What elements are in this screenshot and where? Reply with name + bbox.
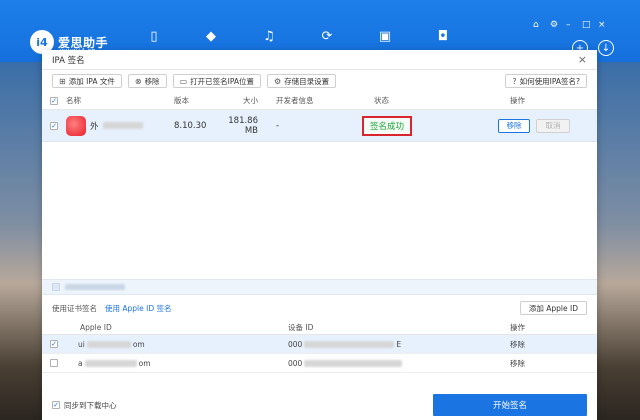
save-dir-settings-button[interactable]: ⚙ 存储目录设置 (267, 74, 337, 88)
settings-icon[interactable]: ⚙ (550, 20, 558, 30)
header-size: 大小 (243, 96, 258, 105)
app-name-redacted (102, 122, 143, 129)
refresh-icon[interactable]: ⟳ (318, 27, 336, 45)
ipa-sign-dialog: IPA 签名 × ⊞ 添加 IPA 文件 ⊗ 移除 ▭ 打开已签名IPA位置 ⚙… (42, 50, 597, 420)
sync-checkbox[interactable]: ✓ (52, 401, 60, 409)
device-id-suffix: E (396, 339, 402, 349)
sign-method-tabs: 使用证书签名 使用 Apple ID 签名 添加 Apple ID (42, 295, 597, 321)
header-version: 版本 (174, 96, 189, 105)
add-apple-id-button[interactable]: 添加 Apple ID (519, 301, 587, 315)
app-developer: - (276, 120, 280, 131)
apple-id-redacted (86, 340, 131, 348)
dialog-title: IPA 签名 (52, 55, 85, 66)
remove-circle-icon: ⊗ (134, 76, 142, 86)
status-badge: 签名成功 (362, 115, 413, 136)
apple-id-table-header: Apple ID 设备 ID 操作 (42, 321, 597, 335)
dialog-title-bar: IPA 签名 × (42, 50, 597, 70)
open-signed-folder-button[interactable]: ▭ 打开已签名IPA位置 (172, 74, 262, 88)
apple-id-prefix: ui (78, 339, 85, 349)
section-checkbox[interactable] (52, 283, 60, 291)
table-row[interactable]: ✓ 外 8.10.30 181.86 MB - 签名成功 移除 取消 (42, 110, 597, 142)
bag-icon[interactable]: ◘ (434, 27, 452, 45)
add-ipa-label: 添加 IPA 文件 (68, 76, 115, 86)
app-version: 8.10.30 (174, 120, 207, 131)
toolbar: ⊞ 添加 IPA 文件 ⊗ 移除 ▭ 打开已签名IPA位置 ⚙ 存储目录设置 ?… (42, 70, 597, 92)
apple-id-suffix: om (138, 358, 151, 368)
device-id-prefix: 000 (288, 339, 303, 349)
add-ipa-button[interactable]: ⊞ 添加 IPA 文件 (52, 74, 122, 88)
select-all-checkbox[interactable]: ✓ (50, 96, 58, 105)
app-size: 181.86 MB (228, 115, 258, 136)
apple-id-prefix: a (78, 358, 83, 368)
shirt-icon[interactable]: ⌂ (533, 20, 539, 30)
remove-button[interactable]: ⊗ 移除 (127, 74, 167, 88)
row-remove-button[interactable]: 移除 (498, 118, 530, 133)
header-developer: 开发者信息 (276, 96, 314, 105)
header-action: 操作 (510, 96, 525, 105)
question-icon: ? (512, 76, 517, 86)
remove-label: 移除 (144, 76, 160, 86)
ipa-list-empty-area (42, 142, 597, 279)
header-apple-action: 操作 (510, 323, 525, 332)
help-label: 如何使用IPA签名? (519, 76, 580, 86)
table-row[interactable]: a om 000 移除 (42, 354, 597, 373)
save-dir-label: 存储目录设置 (284, 76, 330, 86)
device-id-prefix: 000 (288, 358, 303, 368)
ipa-table-header: ✓ 名称 版本 大小 开发者信息 状态 操作 (42, 92, 597, 110)
device-id-redacted (304, 359, 403, 367)
header-status: 状态 (374, 96, 389, 105)
apple-id-checkbox[interactable]: ✓ (50, 340, 58, 348)
section-bar (42, 279, 597, 295)
open-folder-label: 打开已签名IPA位置 (190, 76, 255, 86)
app-icon (66, 115, 86, 136)
apple-id-redacted (84, 359, 137, 367)
section-label-redacted (65, 284, 125, 290)
help-button[interactable]: ? 如何使用IPA签名? (505, 74, 587, 88)
file-plus-icon: ⊞ (59, 76, 66, 86)
phone-icon[interactable]: ▯ (145, 27, 163, 45)
row-cancel-button[interactable]: 取消 (536, 118, 570, 133)
folder-icon: ▭ (179, 76, 188, 86)
download-icon[interactable]: ↓ (598, 40, 614, 56)
apple-id-remove-link[interactable]: 移除 (510, 339, 597, 350)
header-name: 名称 (66, 96, 81, 105)
device-id-redacted (304, 340, 395, 348)
header-apple-id: Apple ID (80, 323, 112, 332)
app-name: 外 (90, 121, 99, 132)
dialog-footer: ✓ 同步到下载中心 开始签名 (42, 390, 597, 420)
table-row[interactable]: ✓ ui om 000 E 移除 (42, 335, 597, 354)
close-window-icon[interactable]: × (598, 20, 606, 30)
row-checkbox[interactable]: ✓ (50, 121, 58, 130)
apple-id-remove-link[interactable]: 移除 (510, 358, 597, 369)
maximize-icon[interactable]: □ (582, 20, 591, 30)
toolbox-icon[interactable]: ▣ (376, 27, 394, 45)
sync-label: 同步到下载中心 (64, 400, 117, 410)
cube-icon[interactable]: ◆ (202, 27, 220, 45)
music-icon[interactable]: ♫ (260, 27, 278, 45)
header-device-id: 设备 ID (288, 323, 314, 332)
close-icon[interactable]: × (578, 53, 587, 66)
tab-cert-sign[interactable]: 使用证书签名 (52, 303, 97, 314)
tab-apple-id-sign[interactable]: 使用 Apple ID 签名 (105, 303, 172, 314)
apple-id-checkbox[interactable] (50, 359, 58, 367)
apple-id-suffix: om (132, 339, 145, 349)
gear-icon: ⚙ (274, 76, 282, 86)
start-sign-button[interactable]: 开始签名 (433, 394, 587, 416)
minimize-icon[interactable]: – (566, 20, 571, 30)
